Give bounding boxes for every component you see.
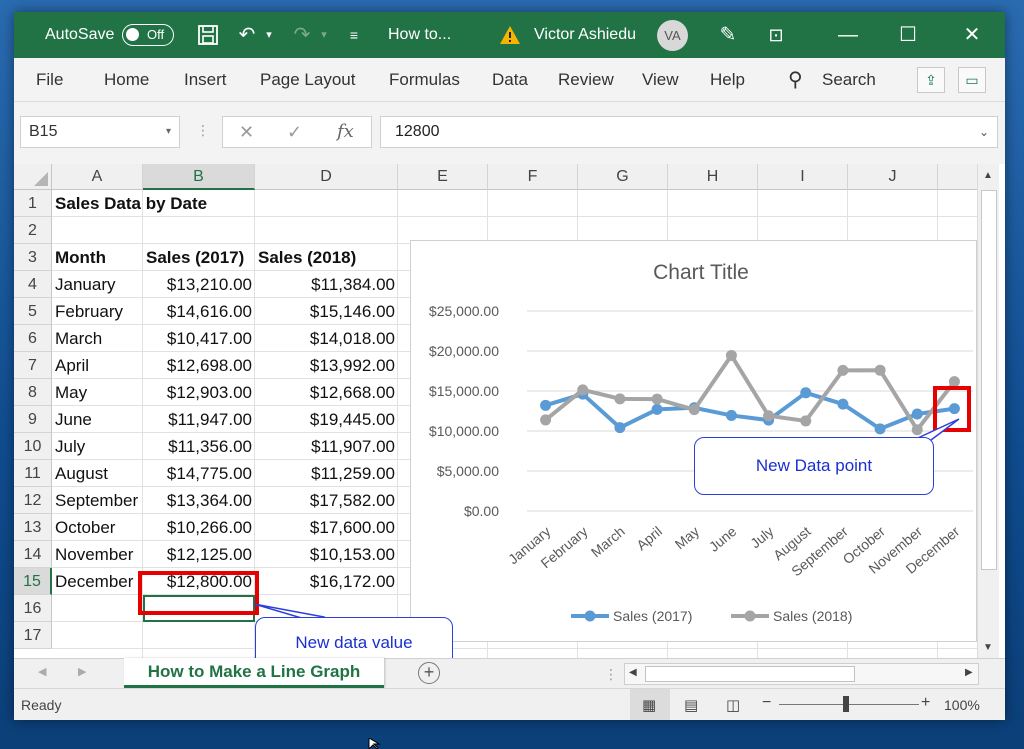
mouse-cursor-icon (368, 738, 381, 749)
excel-window: AutoSave Off ↶ ▾ ↷ ▾ ≡ How to... Victor … (14, 12, 1005, 720)
prev-sheet-icon[interactable]: ◀ (38, 665, 46, 678)
autosave-state: Off (147, 27, 165, 42)
status-bar: Ready ▦ ▤ ◫ − + 100% (14, 688, 1005, 720)
tab-view[interactable]: View (642, 58, 679, 102)
tab-file[interactable]: File (36, 58, 63, 102)
function-icon[interactable]: fx (337, 117, 354, 147)
pen-icon[interactable]: ✎ (714, 12, 742, 58)
tab-help[interactable]: Help (710, 58, 745, 102)
zoom-out-icon[interactable]: − (762, 694, 771, 712)
zoom-slider-thumb[interactable] (843, 696, 849, 712)
search-label[interactable]: Search (822, 58, 876, 102)
scrollbar-thumb[interactable] (981, 190, 997, 570)
formula-input[interactable]: 12800 ⌄ (380, 116, 998, 148)
formula-bar-grip-icon: ⋮ (196, 122, 210, 138)
toggle-knob (126, 28, 139, 41)
cancel-icon[interactable]: ✕ (239, 117, 254, 147)
tab-home[interactable]: Home (104, 58, 149, 102)
title-bar: AutoSave Off ↶ ▾ ↷ ▾ ≡ How to... Victor … (14, 12, 1005, 58)
ribbon-display-icon[interactable]: ⊡ (762, 12, 790, 58)
ribbon-tabs: File Home Insert Page Layout Formulas Da… (14, 58, 1005, 102)
zoom-slider-track[interactable] (779, 704, 919, 705)
sheet-tab-bar: ◀ ▶ How to Make a Line Graph + ⋮ ◀ ▶ (14, 658, 1005, 688)
autosave-toggle[interactable]: Off (122, 24, 174, 46)
save-icon[interactable] (194, 12, 222, 58)
page-break-view-icon[interactable]: ◫ (726, 696, 740, 714)
search-icon[interactable]: ⚲ (788, 58, 803, 102)
avatar[interactable]: VA (657, 20, 688, 51)
worksheet-grid[interactable]: A B D E F G H I J 1 2 3 4 5 6 7 8 9 10 11 12 13 14 15 1… (14, 164, 1005, 658)
formula-buttons: ✕ ✓ fx (222, 116, 372, 148)
comments-icon[interactable]: ▭ (958, 67, 986, 93)
chevron-down-icon[interactable]: ▾ (166, 117, 171, 147)
zoom-in-icon[interactable]: + (921, 694, 930, 712)
name-box[interactable]: B15 ▾ (20, 116, 180, 148)
name-box-value: B15 (29, 123, 58, 140)
callout-new-data-value: New data value (255, 617, 453, 658)
formula-bar: B15 ▾ ⋮ ✕ ✓ fx 12800 ⌄ (14, 102, 1005, 164)
user-name: Victor Ashiedu (534, 26, 636, 43)
customize-icon[interactable]: ≡ (344, 12, 364, 58)
tab-formulas[interactable]: Formulas (389, 58, 460, 102)
scroll-left-icon[interactable]: ◀ (629, 667, 637, 678)
horizontal-scrollbar-thumb[interactable] (645, 666, 855, 682)
close-icon[interactable]: ✕ (958, 12, 986, 58)
callout-new-data-point: New Data point (694, 437, 934, 495)
tab-insert[interactable]: Insert (184, 58, 227, 102)
tab-data[interactable]: Data (492, 58, 528, 102)
scroll-right-icon[interactable]: ▶ (965, 667, 973, 678)
scroll-down-icon[interactable]: ▼ (983, 642, 993, 653)
maximize-icon[interactable]: ☐ (894, 12, 922, 58)
horizontal-scrollbar[interactable]: ◀ ▶ (624, 663, 979, 685)
expand-formula-icon[interactable]: ⌄ (979, 117, 989, 147)
tab-page-layout[interactable]: Page Layout (260, 58, 355, 102)
undo-dropdown-icon[interactable]: ▾ (262, 12, 276, 58)
page-layout-view-icon[interactable]: ▤ (684, 696, 698, 714)
next-sheet-icon[interactable]: ▶ (78, 665, 86, 678)
undo-icon[interactable]: ↶ (233, 12, 261, 58)
warning-icon (498, 12, 522, 58)
enter-icon[interactable]: ✓ (287, 117, 302, 147)
sheet-tab-active[interactable]: How to Make a Line Graph (124, 658, 384, 688)
autosave-label: AutoSave (45, 26, 115, 43)
status-ready: Ready (21, 697, 62, 713)
vertical-scrollbar[interactable]: ▲ ▼ (977, 164, 999, 658)
redo-dropdown-icon[interactable]: ▾ (317, 12, 331, 58)
share-icon[interactable]: ⇪ (917, 67, 945, 93)
add-sheet-icon[interactable]: + (418, 662, 440, 684)
formula-value: 12800 (395, 123, 440, 140)
tab-review[interactable]: Review (558, 58, 614, 102)
scroll-up-icon[interactable]: ▲ (983, 170, 993, 181)
document-title: How to... (388, 26, 452, 43)
callout-pointers (253, 418, 960, 633)
normal-view-icon: ▦ (642, 697, 657, 714)
minimize-icon[interactable]: — (834, 12, 862, 58)
tab-splitter-icon[interactable]: ⋮ (604, 666, 618, 683)
redo-icon[interactable]: ↷ (288, 12, 316, 58)
zoom-level[interactable]: 100% (944, 697, 980, 713)
